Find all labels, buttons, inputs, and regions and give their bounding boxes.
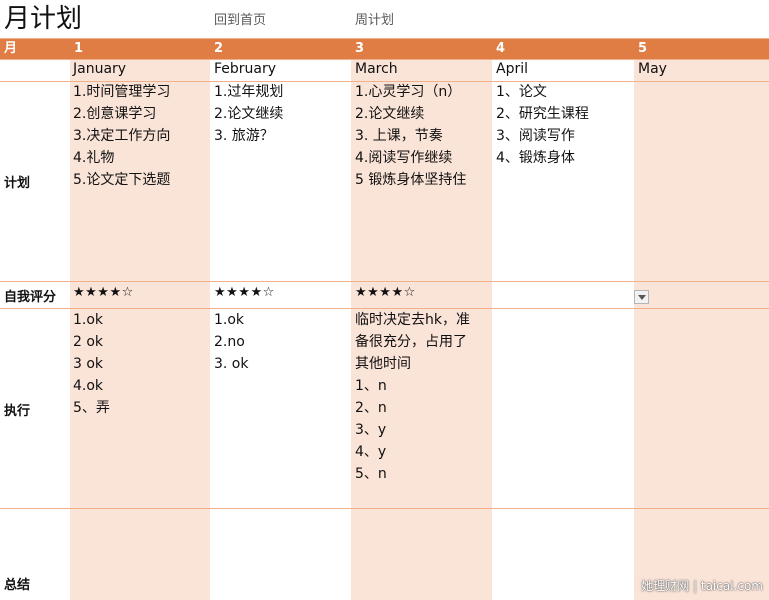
execution-list-february: 1.ok 2.no 3. ok	[214, 309, 248, 375]
list-item: 2.创意课学习	[73, 106, 157, 122]
list-item: 3.决定工作方向	[73, 128, 171, 144]
list-item: 1、n	[355, 378, 387, 394]
month-january: January	[73, 61, 127, 77]
list-item: 3、阅读写作	[496, 128, 575, 144]
list-item: 5、n	[355, 466, 387, 482]
plan-list-april: 1、论文 2、研究生课程 3、阅读写作 4、锻炼身体	[496, 81, 589, 169]
row-label-execution: 执行	[4, 404, 31, 419]
home-link[interactable]: 回到首页	[214, 9, 266, 28]
month-march: March	[355, 61, 398, 77]
list-item: 1.心灵学习（n）	[355, 84, 462, 100]
list-item: 4.礼物	[73, 150, 115, 166]
header-number-3: 3	[355, 41, 365, 56]
list-item: 2、研究生课程	[496, 106, 589, 122]
plan-list-january: 1.时间管理学习 2.创意课学习 3.决定工作方向 4.礼物 5.论文定下选题	[73, 81, 170, 191]
row-divider	[0, 281, 769, 282]
list-item: 其他时间	[355, 356, 411, 372]
header-number-1: 1	[74, 41, 84, 56]
execution-list-march: 临时决定去hk，准 备很充分，占用了 其他时间 1、n 2、n 3、y 4、y …	[355, 309, 470, 485]
list-item: 5 锻炼身体坚持住	[355, 172, 467, 188]
list-item: 2、n	[355, 400, 387, 416]
rating-march: ★★★★☆	[355, 285, 416, 300]
list-item: 临时决定去hk，准	[355, 312, 470, 328]
header-month-label: 月	[4, 41, 18, 56]
header-number-4: 4	[496, 41, 506, 56]
header-row: 月 1 2 3 4 5	[0, 38, 769, 60]
list-item: 1、论文	[496, 84, 547, 100]
header-number-5: 5	[638, 41, 648, 56]
list-item: 5.论文定下选题	[73, 172, 171, 188]
list-item: 1.ok	[73, 312, 104, 328]
list-item: 4、锻炼身体	[496, 150, 575, 166]
list-item: 4.阅读写作继续	[355, 150, 453, 166]
monthly-plan-grid: 月 1 2 3 4 5 January February March April…	[0, 38, 769, 600]
list-item: 3. 上课，节奏	[355, 128, 443, 144]
list-item: 1.时间管理学习	[73, 84, 171, 100]
list-item: 3、y	[355, 422, 387, 438]
list-item: 3. ok	[214, 356, 249, 372]
list-item: 2.论文继续	[355, 106, 425, 122]
list-item: 1.过年规划	[214, 84, 284, 100]
rating-dropdown-button[interactable]	[634, 290, 649, 304]
rating-february: ★★★★☆	[214, 285, 275, 300]
header-number-2: 2	[214, 41, 224, 56]
page-title: 月计划	[4, 4, 83, 34]
list-item: 4、y	[355, 444, 387, 460]
row-divider	[0, 508, 769, 509]
list-item: 5、弄	[73, 400, 110, 416]
rating-january: ★★★★☆	[73, 285, 134, 300]
list-item: 3. 旅游？	[214, 128, 274, 144]
watermark: 她理财网 | taicai.com	[641, 579, 763, 593]
list-item: 4.ok	[73, 378, 104, 394]
month-april: April	[496, 61, 528, 77]
weekly-plan-link[interactable]: 周计划	[355, 9, 394, 28]
plan-list-february: 1.过年规划 2.论文继续 3. 旅游？	[214, 81, 283, 147]
list-item: 2.no	[214, 334, 245, 350]
column-may	[634, 59, 769, 600]
list-item: 2 ok	[73, 334, 104, 350]
list-item: 2.论文继续	[214, 106, 284, 122]
list-item: 3 ok	[73, 356, 104, 372]
row-label-rating: 自我评分	[4, 290, 57, 305]
month-may: May	[638, 61, 667, 77]
label-column	[0, 59, 70, 600]
row-label-plan: 计划	[4, 176, 31, 191]
month-february: February	[214, 61, 277, 77]
chevron-down-icon	[638, 295, 646, 300]
row-label-summary: 总结	[4, 578, 31, 593]
list-item: 备很充分，占用了	[355, 334, 467, 350]
execution-list-january: 1.ok 2 ok 3 ok 4.ok 5、弄	[73, 309, 110, 419]
list-item: 1.ok	[214, 312, 245, 328]
plan-list-march: 1.心灵学习（n） 2.论文继续 3. 上课，节奏 4.阅读写作继续 5 锻炼身…	[355, 81, 466, 191]
